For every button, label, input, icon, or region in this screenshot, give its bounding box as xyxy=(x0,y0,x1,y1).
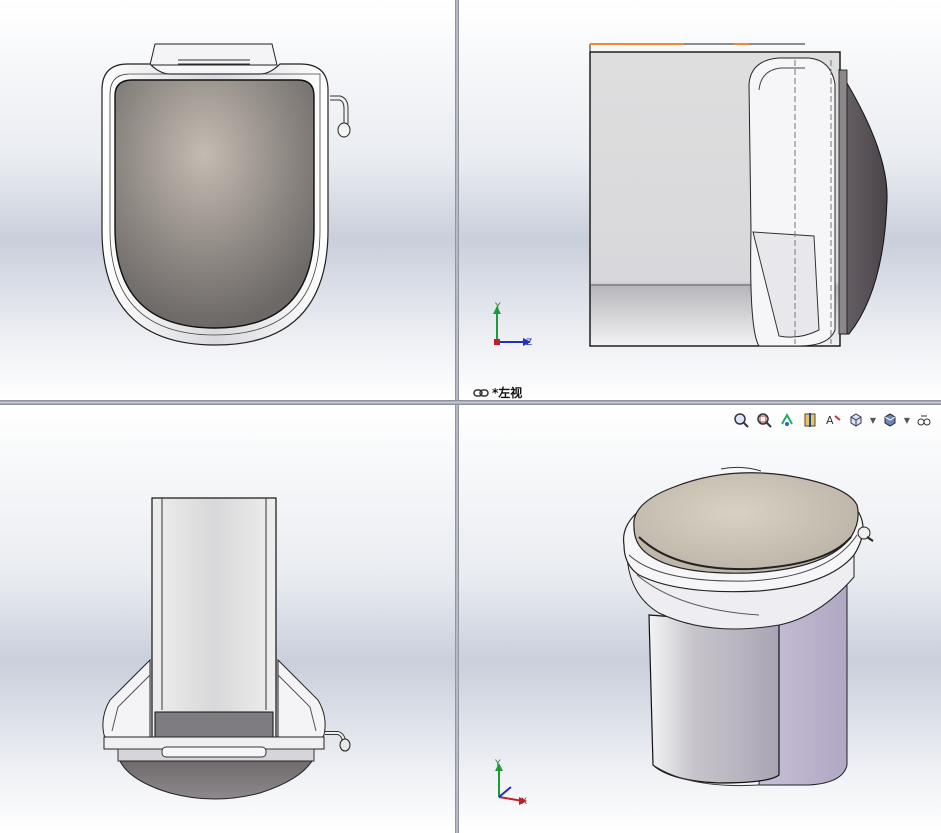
view-name-text: *左视 xyxy=(492,386,523,400)
triad-y-label: Y xyxy=(495,302,501,312)
viewport-front-view[interactable] xyxy=(0,405,455,833)
viewport-isometric-view[interactable]: A ▼ ▼ Y X xyxy=(459,405,941,833)
view-name-label: *左视 xyxy=(473,384,522,400)
viewport-splitter-horizontal[interactable] xyxy=(0,400,941,405)
link-views-icon[interactable] xyxy=(473,388,489,398)
triad-x-label: X xyxy=(521,797,528,807)
viewport-top-view[interactable] xyxy=(0,0,455,400)
triad-y-label: Y xyxy=(495,759,501,769)
model-front-view xyxy=(102,497,351,800)
viewport-splitter-vertical[interactable] xyxy=(455,0,459,833)
triad-z-label: Z xyxy=(526,338,533,348)
viewport-left-view[interactable]: Y Z *左视 xyxy=(459,0,941,400)
model-top-view xyxy=(101,43,351,346)
